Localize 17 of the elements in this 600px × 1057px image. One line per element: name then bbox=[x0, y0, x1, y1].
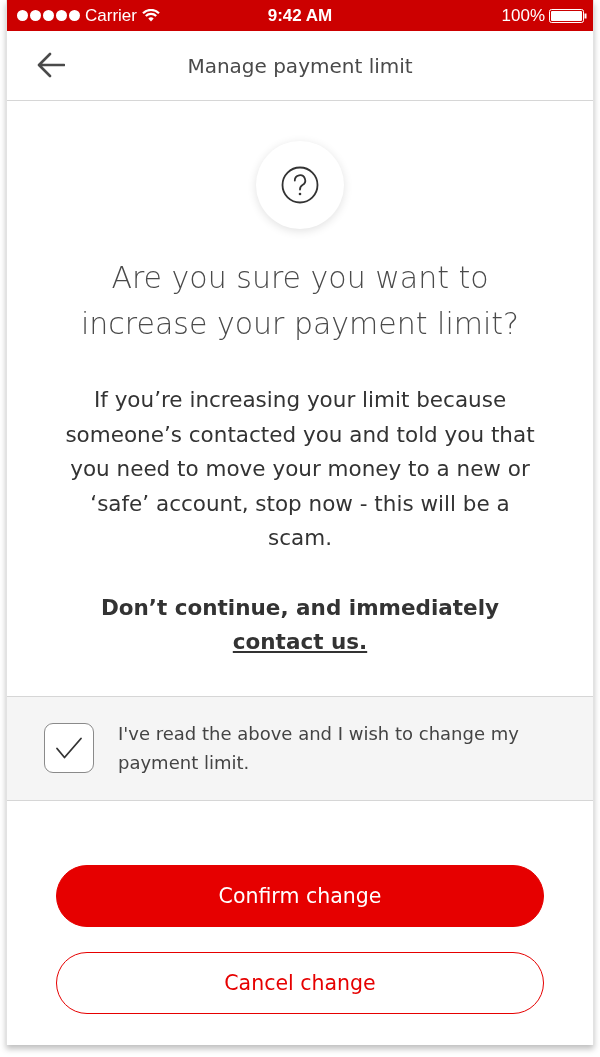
scam-warning-text: If you’re increasing your limit because someone’s contacted you and told you that you need to move your money to a new or ‘safe’ account, stop now - this will be a scam. bbox=[64, 386, 536, 552]
carrier-label: Carrier bbox=[85, 5, 137, 26]
advice-text: Don’t continue, and immediately contact us. bbox=[99, 593, 501, 656]
back-arrow-icon[interactable] bbox=[37, 52, 65, 78]
cancel-button[interactable]: Cancel change bbox=[56, 951, 544, 1014]
clock-time: 9:42 AM bbox=[267, 5, 333, 25]
battery-percentage: 100% bbox=[501, 5, 545, 26]
consent-checkbox[interactable] bbox=[44, 723, 94, 773]
contact-us-link[interactable]: contact us. bbox=[232, 628, 368, 654]
confirmation-heading: Are you sure you want to increase your payment limit? bbox=[79, 259, 521, 343]
consent-label: I've read the above and I wish to change my payment limit. bbox=[118, 722, 520, 775]
signal-icon bbox=[17, 10, 80, 21]
tick-icon bbox=[55, 736, 83, 760]
screen-title: Manage payment limit bbox=[187, 53, 413, 78]
wifi-icon bbox=[141, 9, 160, 22]
confirm-button[interactable]: Confirm change bbox=[56, 864, 544, 927]
battery-icon bbox=[549, 8, 587, 23]
